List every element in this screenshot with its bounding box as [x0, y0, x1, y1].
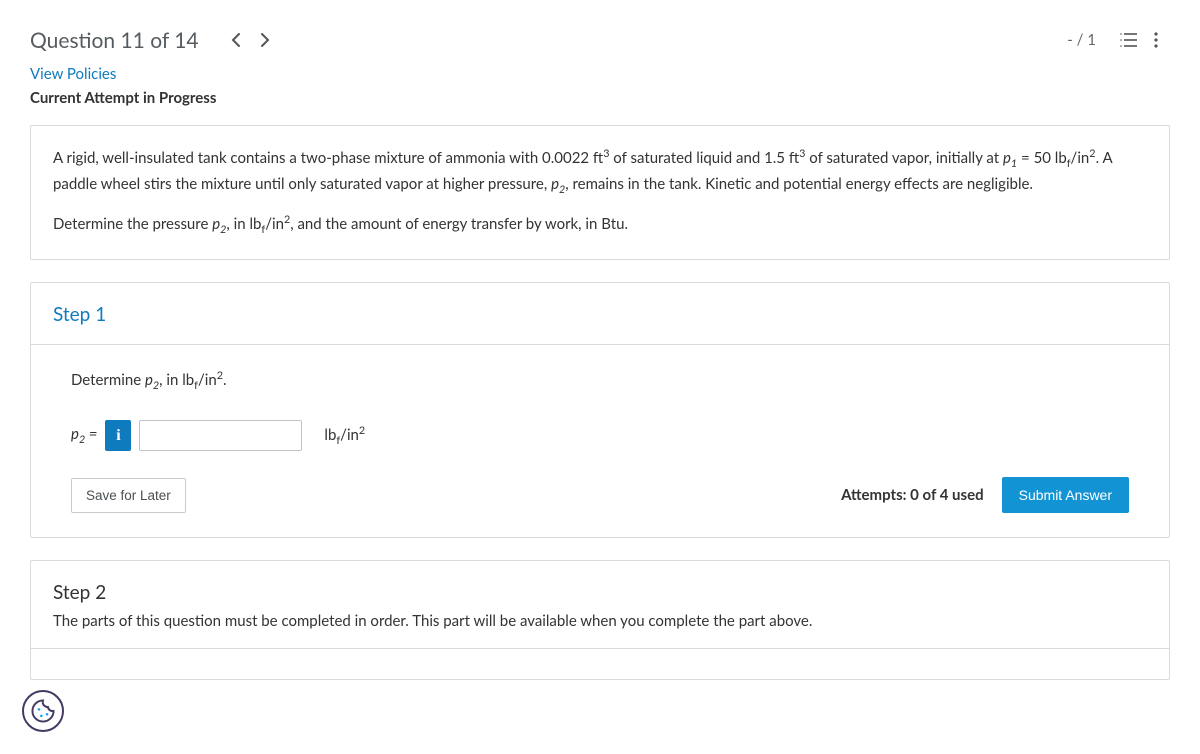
step-1-prompt: Determine p2, in lbf/in2. [71, 369, 1129, 392]
problem-statement-card: A rigid, well-insulated tank contains a … [30, 125, 1170, 260]
save-for-later-button[interactable]: Save for Later [71, 478, 186, 513]
cookie-settings-button[interactable] [22, 690, 64, 732]
score-display: - / 1 [1067, 31, 1096, 49]
answer-row: p2 = i lbf/in2 [71, 420, 1129, 451]
info-icon[interactable]: i [105, 420, 131, 451]
p2-answer-input[interactable] [139, 420, 302, 451]
problem-paragraph-1: A rigid, well-insulated tank contains a … [53, 146, 1147, 198]
problem-paragraph-2: Determine the pressure p2, in lbf/in2, a… [53, 212, 1147, 239]
view-policies-link[interactable]: View Policies [30, 65, 116, 83]
attempt-status: Current Attempt in Progress [30, 89, 1170, 107]
step-2-locked-message: The parts of this question must be compl… [53, 612, 1147, 630]
step-2-card: Step 2 The parts of this question must b… [30, 560, 1170, 680]
question-header: Question 11 of 14 - / 1 [30, 0, 1170, 65]
next-question-button[interactable] [251, 25, 281, 55]
question-list-icon[interactable] [1114, 26, 1142, 54]
step-2-title: Step 2 [53, 581, 1147, 604]
step-1-card: Step 1 Determine p2, in lbf/in2. p2 = i … [30, 282, 1170, 538]
prev-question-button[interactable] [221, 25, 251, 55]
step-1-title: Step 1 [53, 303, 1147, 326]
submit-answer-button[interactable]: Submit Answer [1002, 477, 1129, 513]
answer-unit-label: lbf/in2 [324, 424, 365, 447]
attempts-remaining: Attempts: 0 of 4 used [841, 486, 984, 504]
more-options-icon[interactable] [1142, 26, 1170, 54]
question-title: Question 11 of 14 [30, 28, 199, 53]
answer-variable-label: p2 = [71, 425, 97, 446]
